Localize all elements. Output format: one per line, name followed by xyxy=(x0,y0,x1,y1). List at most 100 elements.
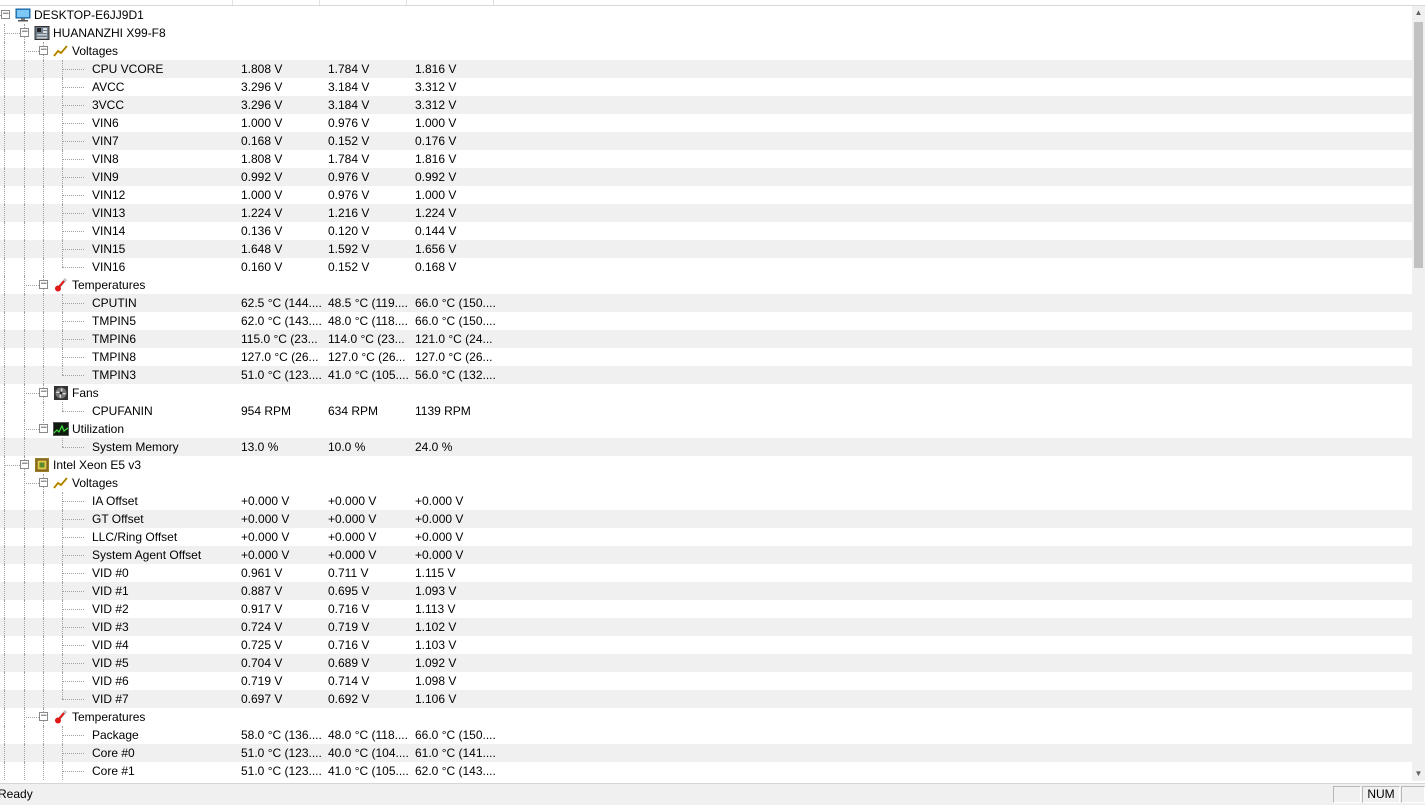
sensor-max: 1.000 V xyxy=(415,116,457,130)
sensor-name: VID #3 xyxy=(92,620,129,634)
tree-node[interactable]: − DESKTOP-E6JJ9D1 xyxy=(0,6,1412,24)
tree-node[interactable]: − Fans xyxy=(0,384,1412,402)
sensor-name: VIN7 xyxy=(92,134,119,148)
column-header-value[interactable] xyxy=(233,0,320,5)
sensor-row[interactable]: LLC/Ring Offset +0.000 V +0.000 V +0.000 V xyxy=(0,528,1412,546)
sensor-row[interactable]: CPUTIN 62.5 °C (144.... 48.5 °C (119.... 66… xyxy=(0,294,1412,312)
sensor-row[interactable]: CPU VCORE 1.808 V 1.784 V 1.816 V xyxy=(0,60,1412,78)
collapse-toggle-icon[interactable]: − xyxy=(39,712,48,721)
sensor-name: TMPIN6 xyxy=(92,332,137,346)
column-header-min[interactable] xyxy=(320,0,407,5)
sensor-row[interactable]: VIN16 0.160 V 0.152 V 0.168 V xyxy=(0,258,1412,276)
tree-node[interactable]: − Utilization xyxy=(0,420,1412,438)
scrollbar-thumb[interactable] xyxy=(1414,22,1423,268)
collapse-toggle-icon[interactable]: − xyxy=(1,10,10,19)
tree-connector xyxy=(62,105,84,106)
sensor-row[interactable]: VID #1 0.887 V 0.695 V 1.093 V xyxy=(0,582,1412,600)
collapse-toggle-icon[interactable]: − xyxy=(39,280,48,289)
tree-node[interactable]: − Voltages xyxy=(0,42,1412,60)
tree-connector xyxy=(62,249,84,250)
tree-connector xyxy=(24,582,25,600)
sensor-row[interactable]: TMPIN5 62.0 °C (143.... 48.0 °C (118.... 66… xyxy=(0,312,1412,330)
tree-connector xyxy=(24,204,25,222)
status-pane-scroll xyxy=(1401,786,1425,803)
tree-connector xyxy=(24,330,25,348)
sensor-row[interactable]: VIN6 1.000 V 0.976 V 1.000 V xyxy=(0,114,1412,132)
scroll-up-arrow-icon[interactable]: ▲ xyxy=(1414,8,1423,18)
tree-connector xyxy=(4,654,5,672)
collapse-toggle-icon[interactable]: − xyxy=(39,424,48,433)
collapse-toggle-icon[interactable]: − xyxy=(20,460,29,469)
column-header-max[interactable] xyxy=(407,0,494,5)
sensor-name: VID #0 xyxy=(92,566,129,580)
sensor-value: 58.0 °C (136.... xyxy=(241,728,322,742)
sensor-row[interactable]: CPUFANIN 954 RPM 634 RPM 1139 RPM xyxy=(0,402,1412,420)
sensor-name: VIN14 xyxy=(92,224,126,238)
sensor-row[interactable]: Core #1 51.0 °C (123.... 41.0 °C (105.... 6… xyxy=(0,762,1412,780)
sensor-row[interactable]: VID #3 0.724 V 0.719 V 1.102 V xyxy=(0,618,1412,636)
sensor-max: 0.168 V xyxy=(415,260,457,274)
tree-connector xyxy=(4,402,5,420)
sensor-row[interactable]: VID #0 0.961 V 0.711 V 1.115 V xyxy=(0,564,1412,582)
sensor-row[interactable]: System Agent Offset +0.000 V +0.000 V +0.00… xyxy=(0,546,1412,564)
sensor-row[interactable]: AVCC 3.296 V 3.184 V 3.312 V xyxy=(0,78,1412,96)
sensor-row[interactable]: 3VCC 3.296 V 3.184 V 3.312 V xyxy=(0,96,1412,114)
sensor-row[interactable]: VID #6 0.719 V 0.714 V 1.098 V xyxy=(0,672,1412,690)
vertical-scrollbar[interactable]: ▲ ▼ xyxy=(1412,6,1425,781)
sensor-row[interactable]: VID #5 0.704 V 0.689 V 1.092 V xyxy=(0,654,1412,672)
tree-connector xyxy=(4,438,5,456)
collapse-toggle-icon[interactable]: − xyxy=(39,478,48,487)
sensor-row[interactable]: VIN13 1.224 V 1.216 V 1.224 V xyxy=(0,204,1412,222)
tree-connector xyxy=(4,618,5,636)
sensor-row[interactable]: VID #7 0.697 V 0.692 V 1.106 V xyxy=(0,690,1412,708)
sensor-name: VID #7 xyxy=(92,692,129,706)
tree-node[interactable]: − Temperatures xyxy=(0,276,1412,294)
sensor-row[interactable]: VIN8 1.808 V 1.784 V 1.816 V xyxy=(0,150,1412,168)
sensor-row[interactable]: IA Offset +0.000 V +0.000 V +0.000 V xyxy=(0,492,1412,510)
collapse-toggle-icon[interactable]: − xyxy=(39,388,48,397)
tree-connector xyxy=(43,528,44,546)
sensor-value: 0.160 V xyxy=(241,260,283,274)
sensor-name: TMPIN3 xyxy=(92,368,137,382)
tree-connector xyxy=(62,501,84,502)
tree-connector xyxy=(62,573,84,574)
sensor-row[interactable]: VIN12 1.000 V 0.976 V 1.000 V xyxy=(0,186,1412,204)
sensor-row[interactable]: VID #2 0.917 V 0.716 V 1.113 V xyxy=(0,600,1412,618)
sensor-min: 0.711 V xyxy=(328,566,369,580)
tree-node-label: Voltages xyxy=(72,476,119,490)
sensor-row[interactable]: VIN9 0.992 V 0.976 V 0.992 V xyxy=(0,168,1412,186)
tree-connector xyxy=(24,222,25,240)
sensor-row[interactable]: TMPIN3 51.0 °C (123.... 41.0 °C (105.... 56… xyxy=(0,366,1412,384)
sensor-max: 66.0 °C (150.... xyxy=(415,728,496,742)
tree-node[interactable]: − Voltages xyxy=(0,474,1412,492)
sensor-row[interactable]: VIN7 0.168 V 0.152 V 0.176 V xyxy=(0,132,1412,150)
voltage-icon xyxy=(53,44,69,58)
tree-node[interactable]: − Intel Xeon E5 v3 xyxy=(0,456,1412,474)
collapse-toggle-icon[interactable]: − xyxy=(20,28,29,37)
sensor-name: VID #5 xyxy=(92,656,129,670)
sensor-tree[interactable]: − DESKTOP-E6JJ9D1− HUANANZHI X99-F8− Voltag… xyxy=(0,6,1412,781)
sensor-row[interactable]: VID #4 0.725 V 0.716 V 1.103 V xyxy=(0,636,1412,654)
sensor-row[interactable]: VIN15 1.648 V 1.592 V 1.656 V xyxy=(0,240,1412,258)
tree-connector xyxy=(4,294,5,312)
scroll-down-arrow-icon[interactable]: ▼ xyxy=(1414,769,1423,779)
sensor-row[interactable]: TMPIN6 115.0 °C (23... 114.0 °C (23... 121.… xyxy=(0,330,1412,348)
tree-connector xyxy=(4,204,5,222)
sensor-value: 0.917 V xyxy=(241,602,283,616)
sensor-row[interactable]: GT Offset +0.000 V +0.000 V +0.000 V xyxy=(0,510,1412,528)
tree-connector xyxy=(43,582,44,600)
sensor-row[interactable]: Package 58.0 °C (136.... 48.0 °C (118.... 6… xyxy=(0,726,1412,744)
sensor-row[interactable]: System Memory 13.0 % 10.0 % 24.0 % xyxy=(0,438,1412,456)
column-header-sensor[interactable] xyxy=(0,0,233,5)
tree-node-label: DESKTOP-E6JJ9D1 xyxy=(34,8,144,22)
sensor-value: 0.992 V xyxy=(241,170,283,184)
sensor-row[interactable]: TMPIN8 127.0 °C (26... 127.0 °C (26... 127.… xyxy=(0,348,1412,366)
sensor-value: 1.000 V xyxy=(241,188,283,202)
tree-node[interactable]: − Temperatures xyxy=(0,708,1412,726)
tree-connector xyxy=(43,96,44,114)
collapse-toggle-icon[interactable]: − xyxy=(39,46,48,55)
tree-node[interactable]: − HUANANZHI X99-F8 xyxy=(0,24,1412,42)
tree-connector xyxy=(4,564,5,582)
sensor-row[interactable]: Core #0 51.0 °C (123.... 40.0 °C (104.... 6… xyxy=(0,744,1412,762)
sensor-row[interactable]: VIN14 0.136 V 0.120 V 0.144 V xyxy=(0,222,1412,240)
